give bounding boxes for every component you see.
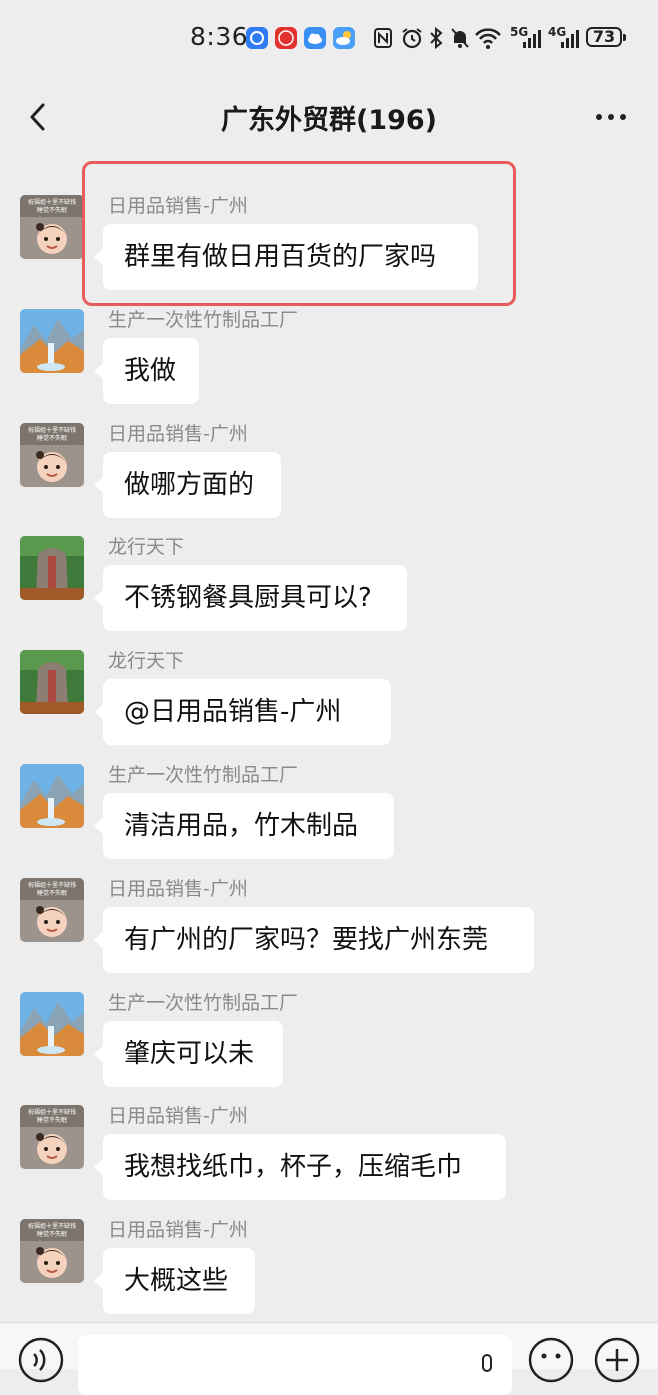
avatar-caption-line1: 祝福姐十里不缺钱 xyxy=(28,1222,76,1230)
avatar[interactable]: 祝福姐十里不缺钱 睡觉不失眠 xyxy=(20,1219,84,1283)
avatar[interactable] xyxy=(20,309,84,373)
message-bubble[interactable]: 我做 xyxy=(94,338,199,404)
highlight-frame xyxy=(82,161,516,306)
bluetooth-icon xyxy=(428,26,444,55)
avatar-caption-line1: 祝福姐十里不缺钱 xyxy=(28,881,76,889)
sender-name: 龙行天下 xyxy=(108,536,185,558)
alarm-icon xyxy=(400,26,424,55)
message-bubble[interactable]: 有广州的厂家吗？要找广州东莞 xyxy=(94,907,534,973)
message-bubble[interactable]: 肇庆可以未 xyxy=(94,1021,283,1087)
avatar-caption-line1: 祝福姐十里不缺钱 xyxy=(28,198,76,206)
microphone-icon[interactable] xyxy=(478,1353,496,1385)
stone-avatar-image xyxy=(20,536,84,600)
status-time: 8:36 xyxy=(190,22,249,51)
avatar[interactable]: 祝福姐十里不缺钱 睡觉不失眠 xyxy=(20,878,84,942)
message-input[interactable] xyxy=(78,1335,512,1395)
more-options-button[interactable] xyxy=(592,100,632,134)
sender-name: 生产一次性竹制品工厂 xyxy=(108,309,299,331)
weather-icon xyxy=(333,27,355,49)
message-bubble[interactable]: 大概这些 xyxy=(94,1248,255,1314)
avatar[interactable] xyxy=(20,650,84,714)
chat-title: 广东外贸群(196) xyxy=(220,105,438,136)
avatar[interactable]: 祝福姐十里不缺钱 睡觉不失眠 xyxy=(20,1105,84,1169)
baby-avatar-image: 祝福姐十里不缺钱睡觉不失眠 xyxy=(20,423,84,487)
battery-icon: 73 xyxy=(586,27,626,47)
emoji-button[interactable] xyxy=(528,1337,574,1387)
landscape-avatar-image xyxy=(20,309,84,373)
message-bubble[interactable]: 不锈钢餐具厨具可以? xyxy=(94,565,407,631)
voice-toggle-button[interactable] xyxy=(18,1337,64,1387)
app-blue-icon xyxy=(246,27,268,49)
avatar[interactable] xyxy=(20,764,84,828)
chat-header: 广东外贸群(196) xyxy=(0,78,658,156)
sender-name: 日用品销售-广州 xyxy=(108,1219,248,1241)
sender-name: 日用品销售-广州 xyxy=(108,423,248,445)
avatar-caption-line2: 睡觉不失眠 xyxy=(37,434,67,442)
avatar-caption-line1: 祝福姐十里不缺钱 xyxy=(28,426,76,434)
sender-name: 日用品销售-广州 xyxy=(108,878,248,900)
avatar[interactable] xyxy=(20,992,84,1056)
landscape-avatar-image xyxy=(20,764,84,828)
avatar-caption-line2: 睡觉不失眠 xyxy=(37,1116,67,1124)
landscape-avatar-image xyxy=(20,992,84,1056)
message-bubble[interactable]: 我想找纸巾，杯子，压缩毛巾 xyxy=(94,1134,506,1200)
baby-avatar-image: 祝福姐十里不缺钱睡觉不失眠 xyxy=(20,1219,84,1283)
message-bubble[interactable]: 清洁用品，竹木制品 xyxy=(94,793,394,859)
stone-avatar-image xyxy=(20,650,84,714)
avatar-caption-line2: 睡觉不失眠 xyxy=(37,889,67,897)
avatar-caption-line1: 祝福姐十里不缺钱 xyxy=(28,1108,76,1116)
message-bubble[interactable]: @日用品销售-广州 xyxy=(94,679,391,745)
wifi-icon xyxy=(474,26,506,55)
status-bar: 8:36 5G 4G 73 xyxy=(0,0,658,78)
app-red-icon xyxy=(275,27,297,49)
sender-name: 生产一次性竹制品工厂 xyxy=(108,764,299,786)
sender-name: 日用品销售-广州 xyxy=(108,1105,248,1127)
cloud-icon xyxy=(304,27,326,49)
avatar-caption-line2: 睡觉不失眠 xyxy=(37,206,67,214)
message-bubble[interactable]: 做哪方面的 xyxy=(94,452,281,518)
avatar[interactable]: 祝福姐十里不缺钱 睡觉不失眠 xyxy=(20,195,84,259)
baby-avatar-image: 祝福姐十里不缺钱睡觉不失眠 xyxy=(20,878,84,942)
nfc-icon xyxy=(372,26,394,55)
sender-name: 龙行天下 xyxy=(108,650,185,672)
mute-icon xyxy=(449,26,471,55)
add-attachment-button[interactable] xyxy=(594,1337,640,1387)
avatar[interactable] xyxy=(20,536,84,600)
input-bar xyxy=(0,1322,658,1395)
baby-avatar-image: 祝福姐十里不缺钱睡觉不失眠 xyxy=(20,1105,84,1169)
avatar-caption-line2: 睡觉不失眠 xyxy=(37,1230,67,1238)
sender-name: 生产一次性竹制品工厂 xyxy=(108,992,299,1014)
avatar[interactable]: 祝福姐十里不缺钱 睡觉不失眠 xyxy=(20,423,84,487)
baby-avatar-image: 祝福姐十里不缺钱睡觉不失眠 xyxy=(20,195,84,259)
